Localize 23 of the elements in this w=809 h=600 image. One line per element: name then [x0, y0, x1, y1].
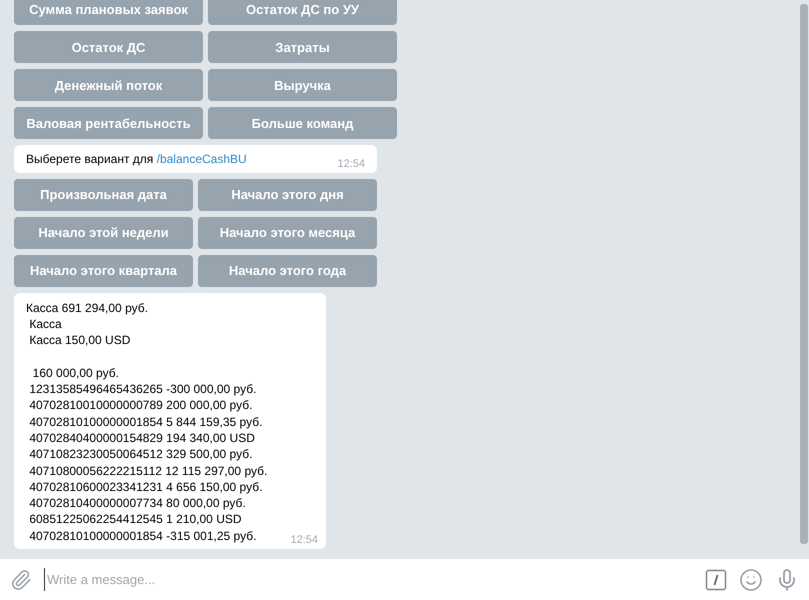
keyboard-button[interactable]: Начало этой недели — [14, 216, 193, 249]
keyboard-button[interactable]: Затраты — [208, 31, 397, 64]
keyboard-button[interactable]: Начало этого месяца — [198, 216, 377, 249]
keyboard-button[interactable]: Остаток ДС — [14, 31, 203, 64]
keyboard-button[interactable]: Валовая рентабельность — [14, 107, 203, 140]
message-time: 12:54 — [290, 534, 318, 546]
command-link[interactable]: /balanceCashBU — [156, 152, 247, 166]
keyboard-button[interactable]: Больше команд — [208, 107, 397, 140]
command-icon[interactable] — [705, 568, 727, 590]
keyboard-button[interactable]: Денежный поток — [14, 69, 203, 102]
keyboard-button[interactable]: Произвольная дата — [14, 178, 193, 211]
message-text: Касса 691 294,00 руб. Касса Касса 150,00 USD 160 000,00 руб. 12313585496465436265 -300 000,00 руб. 40702810010000000789 200 000,00 руб. 40702810100000001854 5 844 159,35 руб. 40702840400000154829 194 340,00 USD 40710823230050064512 329 500,00 руб. 40710800056222215112 12 115 297,00 руб. 40702810600023341231 4 656 150,00 руб. 40702810400000007734 80 000,00 руб. 60851225062254412545 1 210,00 USD 40702810100000001854 -315 001,25 руб. — [26, 300, 268, 544]
keyboard-button[interactable]: Начало этого дня — [198, 178, 377, 211]
message-time: 12:54 — [337, 158, 365, 170]
keyboard-button[interactable]: Начало этого года — [198, 254, 377, 287]
emoji-icon[interactable] — [739, 568, 763, 592]
attach-icon[interactable] — [10, 568, 32, 590]
message-text: Выберете вариант для /balanceCashBU — [26, 151, 248, 168]
keyboard-button[interactable]: Выручка — [208, 69, 397, 102]
keyboard-button[interactable]: Начало этого квартала — [14, 254, 193, 287]
keyboard-button[interactable]: Сумма плановых заявок — [14, 0, 203, 26]
keyboard-button[interactable]: Остаток ДС по УУ — [208, 0, 397, 26]
scrollbar-thumb[interactable] — [800, 4, 808, 544]
